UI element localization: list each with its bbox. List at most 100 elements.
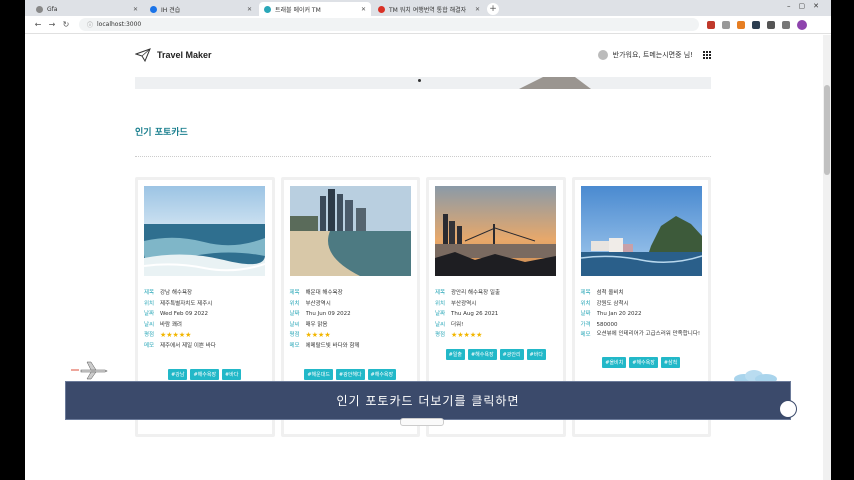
tag[interactable]: #일출: [445, 348, 465, 360]
tab-bar: Gfa ✕ IH 견습 ✕ 트래블 메이커 TM ✕ TM 워치 여행번역 통합…: [25, 0, 831, 16]
extension-icon[interactable]: [707, 20, 715, 29]
label-rating: 평점: [289, 332, 300, 338]
info-icon[interactable]: ⓘ: [87, 20, 93, 29]
brand-name[interactable]: Travel Maker: [157, 50, 212, 60]
label-memo: 메모: [580, 332, 591, 338]
browser-tab-2[interactable]: IH 견습 ✕: [145, 2, 257, 16]
value-location: 부산광역시: [451, 300, 477, 307]
browser-tab-1[interactable]: Gfa ✕: [31, 2, 143, 16]
label-date: 날짜: [580, 311, 591, 317]
tag[interactable]: #해수욕장: [190, 369, 220, 380]
value-date: Thu Aug 26 2021: [451, 311, 499, 317]
label-location: 위치: [289, 300, 300, 307]
extension-icon[interactable]: [752, 20, 760, 29]
card-info: 제목 섬척 올비치 위치 강원도 삼척시 날짜 Thu Jan 20 2022 가격 5…: [581, 288, 703, 341]
value-memo: 제주에서 제일 이쁜 바다: [160, 342, 216, 349]
label-title: 제목: [289, 290, 300, 296]
close-icon[interactable]: ✕: [475, 6, 480, 13]
value-title: 섬척 올비치: [596, 290, 624, 296]
tag-list: #올비치 #해수욕장 #삼척: [581, 356, 703, 368]
tag[interactable]: #삼척: [660, 356, 681, 368]
carousel-indicator[interactable]: [418, 79, 421, 82]
greeting-text: 반가워요, 트메는시면중 님!: [612, 51, 693, 59]
window-controls[interactable]: –▢✕: [787, 2, 827, 10]
user-menu[interactable]: 반가워요, 트메는시면중 님!: [597, 50, 711, 60]
tag-list: #강남 #해수욕장 #바다: [144, 369, 266, 380]
label-date: 날짜: [289, 311, 300, 317]
reload-icon[interactable]: ↻: [59, 20, 73, 29]
label-date: 날짜: [144, 311, 155, 317]
tag[interactable]: #해운대드: [304, 369, 333, 380]
tag[interactable]: #해수욕장: [467, 348, 497, 360]
tag[interactable]: #강남: [168, 369, 188, 380]
sidebar-icon[interactable]: [782, 20, 790, 29]
value-title: 광안리 해수욕장 일출: [451, 290, 501, 296]
label-title: 제목: [144, 290, 155, 296]
site-header: Travel Maker 반가워요, 트메는시면중 님!: [135, 47, 711, 63]
card-photo: [435, 186, 556, 276]
label-rating: 평점: [435, 332, 446, 338]
card-photo: [580, 186, 702, 276]
label-location: 위치: [435, 300, 446, 307]
puzzle-icon[interactable]: [767, 20, 775, 29]
banner-carousel[interactable]: [135, 77, 711, 89]
bottom-handle[interactable]: [400, 418, 444, 426]
tab-label: 트래블 메이커 TM: [275, 6, 321, 14]
browser-window: Gfa ✕ IH 견습 ✕ 트래블 메이커 TM ✕ TM 워치 여행번역 통합…: [25, 0, 831, 480]
browser-tab-4[interactable]: TM 워치 여행번역 통합 해결자 ✕: [373, 2, 485, 16]
value-weather: 매우 맑음: [305, 321, 328, 328]
value-memo: 에메랄드빛 바다와 함께: [305, 342, 360, 349]
close-icon[interactable]: ✕: [247, 6, 252, 13]
tab-label: IH 견습: [161, 6, 181, 14]
paper-plane-icon[interactable]: [135, 48, 151, 62]
extension-icon[interactable]: [737, 20, 745, 29]
extension-icon[interactable]: [722, 20, 730, 29]
banner-image: [519, 77, 591, 89]
value-price: 580000: [596, 321, 618, 328]
value-title: 해운대 해수욕장: [305, 290, 343, 296]
tag[interactable]: #해수욕장: [367, 369, 397, 380]
tag[interactable]: #해수욕장: [629, 356, 658, 368]
star-rating: ★★★★★: [451, 331, 483, 339]
divider: [135, 156, 711, 157]
card-photo: [144, 186, 265, 276]
url-text: localhost:3000: [97, 21, 142, 28]
close-icon[interactable]: ✕: [133, 6, 138, 13]
card-info: 제목 광안리 해수욕장 일출 위치 부산광역시 날짜 Thu Aug 26 2021 …: [435, 288, 557, 341]
card-info: 제목 해운대 해수욕장 위치 부산광역시 날짜 Thu Jun 09 2022 날씨 매…: [290, 288, 412, 351]
value-memo: 오션뷰에 인테리어가 고급스러워 만족합니다!: [596, 331, 701, 337]
label-location: 위치: [580, 300, 591, 307]
forward-icon[interactable]: →: [45, 20, 59, 29]
close-icon[interactable]: ✕: [361, 6, 366, 13]
caption-text: 인기 포토카드 더보기를 클릭하면: [336, 394, 520, 408]
tag-list: #일출 #해수욕장 #광안리 #바다: [435, 348, 557, 360]
scrollbar-thumb[interactable]: [824, 85, 830, 175]
profile-avatar[interactable]: [797, 19, 807, 30]
favicon-icon: [150, 5, 157, 13]
star-rating: ★★★★★: [160, 331, 192, 339]
address-bar[interactable]: ⓘ localhost:3000: [79, 18, 699, 31]
tag[interactable]: #바다: [222, 369, 242, 380]
value-date: Thu Jun 09 2022: [305, 311, 351, 317]
back-icon[interactable]: ←: [31, 20, 45, 29]
airplane-icon: [71, 361, 108, 380]
browser-tab-3[interactable]: 트래블 메이커 TM ✕: [259, 2, 371, 16]
apps-grid-icon[interactable]: [703, 51, 711, 59]
tag[interactable]: #올비치: [602, 356, 627, 368]
tag[interactable]: #광안리: [499, 348, 524, 360]
value-title: 강남 해수욕장: [160, 290, 193, 296]
label-rating: 평점: [144, 332, 155, 338]
section-title: 인기 포토카드: [135, 128, 188, 138]
label-weather: 날씨: [289, 321, 300, 328]
tab-label: TM 워치 여행번역 통합 해결자: [389, 6, 467, 14]
value-location: 부산광역시: [305, 300, 331, 307]
label-title: 제목: [580, 290, 591, 296]
new-tab-button[interactable]: +: [487, 3, 499, 15]
avatar[interactable]: [597, 50, 608, 60]
label-memo: 메모: [289, 342, 300, 349]
scrollbar[interactable]: [823, 35, 831, 480]
tag[interactable]: #광안해다: [335, 369, 365, 380]
floating-action-button[interactable]: [779, 400, 797, 418]
tag[interactable]: #바다: [526, 348, 546, 360]
value-weather: 바람 쾌려: [160, 321, 182, 328]
